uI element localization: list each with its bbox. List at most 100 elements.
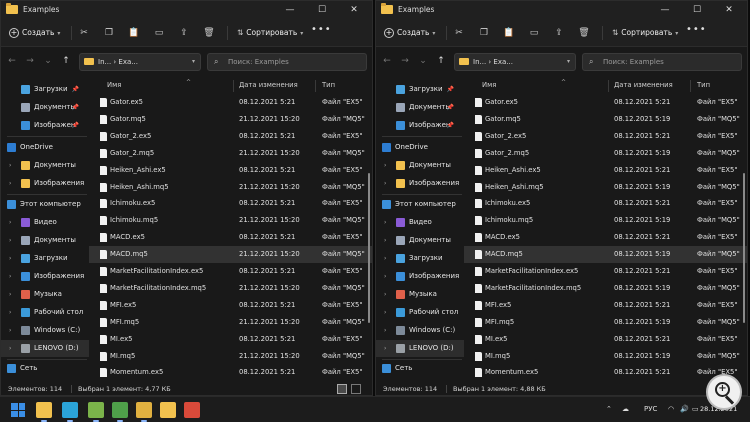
file-row[interactable]: MACD.ex5 08.12.2021 5:21 Файл "EX5" — [464, 229, 747, 246]
close-button[interactable]: ✕ — [341, 3, 367, 17]
rename-icon[interactable]: ▭ — [151, 26, 167, 40]
sidebar-item[interactable]: › Загрузки — [1, 250, 89, 267]
edge-browser-icon[interactable] — [62, 402, 78, 422]
file-row[interactable]: MI.ex5 08.12.2021 5:21 Файл "EX5" — [89, 331, 372, 348]
file-row[interactable]: Gator.ex5 08.12.2021 5:21 Файл "EX5" — [464, 94, 747, 111]
breadcrumb[interactable]: In... › Exa... ▾ — [454, 53, 576, 71]
expand-chevron-icon[interactable]: › — [384, 232, 386, 249]
file-row[interactable]: MFI.ex5 08.12.2021 5:21 Файл "EX5" — [464, 297, 747, 314]
file-row[interactable]: MarketFacilitationIndex.ex5 08.12.2021 5:… — [89, 263, 372, 280]
file-explorer-icon[interactable] — [160, 402, 176, 418]
scrollbar[interactable] — [368, 173, 370, 323]
rename-icon[interactable]: ▭ — [526, 26, 542, 40]
share-icon[interactable]: ⇪ — [551, 26, 567, 40]
language-indicator[interactable]: РУС — [644, 405, 657, 413]
delete-icon[interactable]: 🗑 — [201, 26, 217, 40]
new-button[interactable]: + Создать ▾ — [384, 26, 435, 40]
expand-chevron-icon[interactable]: › — [9, 322, 11, 339]
sidebar-item[interactable]: › Рабочий стол — [376, 304, 464, 321]
tiles-view-icon[interactable] — [351, 384, 361, 394]
sidebar-item[interactable]: ⌄Этот компьютер — [376, 196, 464, 213]
sidebar-item[interactable]: › Windows (C:) — [376, 322, 464, 339]
paste-icon[interactable]: 📋 — [126, 26, 142, 40]
sidebar-item[interactable]: › Видео — [376, 214, 464, 231]
file-row[interactable]: MarketFacilitationIndex.mq5 21.12.2021 15… — [89, 280, 372, 297]
file-row[interactable]: Heiken_Ashi.mq5 21.12.2021 15:20 Файл "MQ5… — [89, 179, 372, 196]
sidebar-item[interactable]: › Изображения — [376, 175, 464, 192]
details-view-icon[interactable] — [337, 384, 347, 394]
file-row[interactable]: MACD.mq5 08.12.2021 5:19 Файл "MQ5" — [464, 246, 747, 264]
file-row[interactable]: Heiken_Ashi.ex5 08.12.2021 5:21 Файл "EX5" — [89, 162, 372, 179]
search-input[interactable]: ⌕ Поиск: Examples — [582, 53, 742, 71]
file-row[interactable]: Gator_2.mq5 08.12.2021 5:19 Файл "MQ5" — [464, 145, 747, 162]
column-name[interactable]: Имя — [107, 77, 121, 94]
up-icon[interactable]: ↑ — [61, 56, 71, 66]
forward-icon[interactable]: → — [25, 56, 35, 66]
file-row[interactable]: Ichimoku.mq5 08.12.2021 5:19 Файл "MQ5" — [464, 212, 747, 229]
sidebar-item[interactable]: › LENOVO (D:) — [1, 340, 89, 357]
column-type[interactable]: Тип — [697, 77, 710, 94]
sidebar-item[interactable]: ⌄Этот компьютер — [1, 196, 89, 213]
metatrader-icon[interactable] — [88, 402, 104, 422]
file-row[interactable]: Gator_2.mq5 21.12.2021 15:20 Файл "MQ5" — [89, 145, 372, 162]
share-icon[interactable]: ⇪ — [176, 26, 192, 40]
sidebar-item[interactable]: › LENOVO (D:) — [376, 340, 464, 357]
sidebar-item[interactable]: › Документы — [376, 157, 464, 174]
chevron-down-icon[interactable]: ▾ — [567, 54, 570, 70]
expand-chevron-icon[interactable]: › — [384, 175, 386, 192]
chevron-down-icon[interactable]: ▾ — [192, 54, 195, 70]
file-row[interactable]: Heiken_Ashi.mq5 08.12.2021 5:19 Файл "MQ5" — [464, 179, 747, 196]
expand-chevron-icon[interactable]: › — [384, 214, 386, 231]
snipping-tool-icon[interactable] — [184, 402, 200, 418]
file-row[interactable]: Ichimoku.mq5 21.12.2021 15:20 Файл "MQ5" — [89, 212, 372, 229]
expand-chevron-icon[interactable]: › — [384, 286, 386, 303]
sidebar-item[interactable]: › Документы — [1, 157, 89, 174]
file-row[interactable]: MFI.mq5 21.12.2021 15:20 Файл "MQ5" — [89, 314, 372, 331]
minimize-button[interactable]: — — [652, 3, 678, 17]
copy-icon[interactable]: ❐ — [476, 26, 492, 40]
sidebar-item[interactable]: Изображен 📌 — [376, 117, 464, 134]
scrollbar[interactable] — [743, 173, 745, 323]
sidebar-item[interactable]: Документы 📌 — [1, 99, 89, 116]
file-row[interactable]: Gator.ex5 08.12.2021 5:21 Файл "EX5" — [89, 94, 372, 111]
file-row[interactable]: Ichimoku.ex5 08.12.2021 5:21 Файл "EX5" — [89, 195, 372, 212]
sidebar-item[interactable]: ›Сеть — [1, 360, 89, 377]
paste-icon[interactable]: 📋 — [501, 26, 517, 40]
sidebar-item[interactable]: › Изображения — [1, 175, 89, 192]
maximize-button[interactable]: ☐ — [309, 3, 335, 17]
expand-chevron-icon[interactable]: › — [384, 322, 386, 339]
sidebar-item[interactable]: Документы 📌 — [376, 99, 464, 116]
file-row[interactable]: MACD.ex5 08.12.2021 5:21 Файл "EX5" — [89, 229, 372, 246]
file-row[interactable]: MFI.ex5 08.12.2021 5:21 Файл "EX5" — [89, 297, 372, 314]
recent-chevron-icon[interactable]: ⌄ — [43, 56, 53, 66]
expand-chevron-icon[interactable]: › — [9, 268, 11, 285]
file-row[interactable]: MI.mq5 08.12.2021 5:19 Файл "MQ5" — [464, 348, 747, 365]
onedrive-icon[interactable]: ☁ — [622, 405, 629, 413]
expand-chevron-icon[interactable]: › — [9, 286, 11, 303]
sidebar-item[interactable]: › Видео — [1, 214, 89, 231]
windows-start-icon[interactable] — [10, 402, 26, 418]
sidebar-item[interactable]: Загрузки 📌 — [376, 81, 464, 98]
metatrader-icon[interactable] — [112, 402, 128, 422]
expand-chevron-icon[interactable]: › — [9, 157, 11, 174]
maximize-button[interactable]: ☐ — [684, 3, 710, 17]
file-row[interactable]: MarketFacilitationIndex.mq5 08.12.2021 5:… — [464, 280, 747, 297]
file-explorer-icon[interactable] — [36, 402, 52, 422]
expand-chevron-icon[interactable]: › — [384, 340, 386, 357]
file-row[interactable]: MarketFacilitationIndex.ex5 08.12.2021 5:… — [464, 263, 747, 280]
file-row[interactable]: Gator.mq5 21.12.2021 15:20 Файл "MQ5" — [89, 111, 372, 128]
cut-icon[interactable]: ✂ — [76, 26, 92, 40]
expand-chevron-icon[interactable]: › — [384, 268, 386, 285]
sidebar-item[interactable]: › Рабочий стол — [1, 304, 89, 321]
search-input[interactable]: ⌕ Поиск: Examples — [207, 53, 367, 71]
column-date[interactable]: Дата изменения — [614, 77, 673, 94]
column-date[interactable]: Дата изменения — [239, 77, 298, 94]
forward-icon[interactable]: → — [400, 56, 410, 66]
file-row[interactable]: MI.mq5 21.12.2021 15:20 Файл "MQ5" — [89, 348, 372, 365]
wifi-icon[interactable]: ◠ — [668, 405, 674, 413]
new-button[interactable]: + Создать ▾ — [9, 26, 60, 40]
file-row[interactable]: Momentum.ex5 08.12.2021 5:21 Файл "EX5" — [89, 364, 372, 381]
back-icon[interactable]: ← — [382, 56, 392, 66]
up-icon[interactable]: ↑ — [436, 56, 446, 66]
file-row[interactable]: Momentum.ex5 08.12.2021 5:21 Файл "EX5" — [464, 364, 747, 381]
